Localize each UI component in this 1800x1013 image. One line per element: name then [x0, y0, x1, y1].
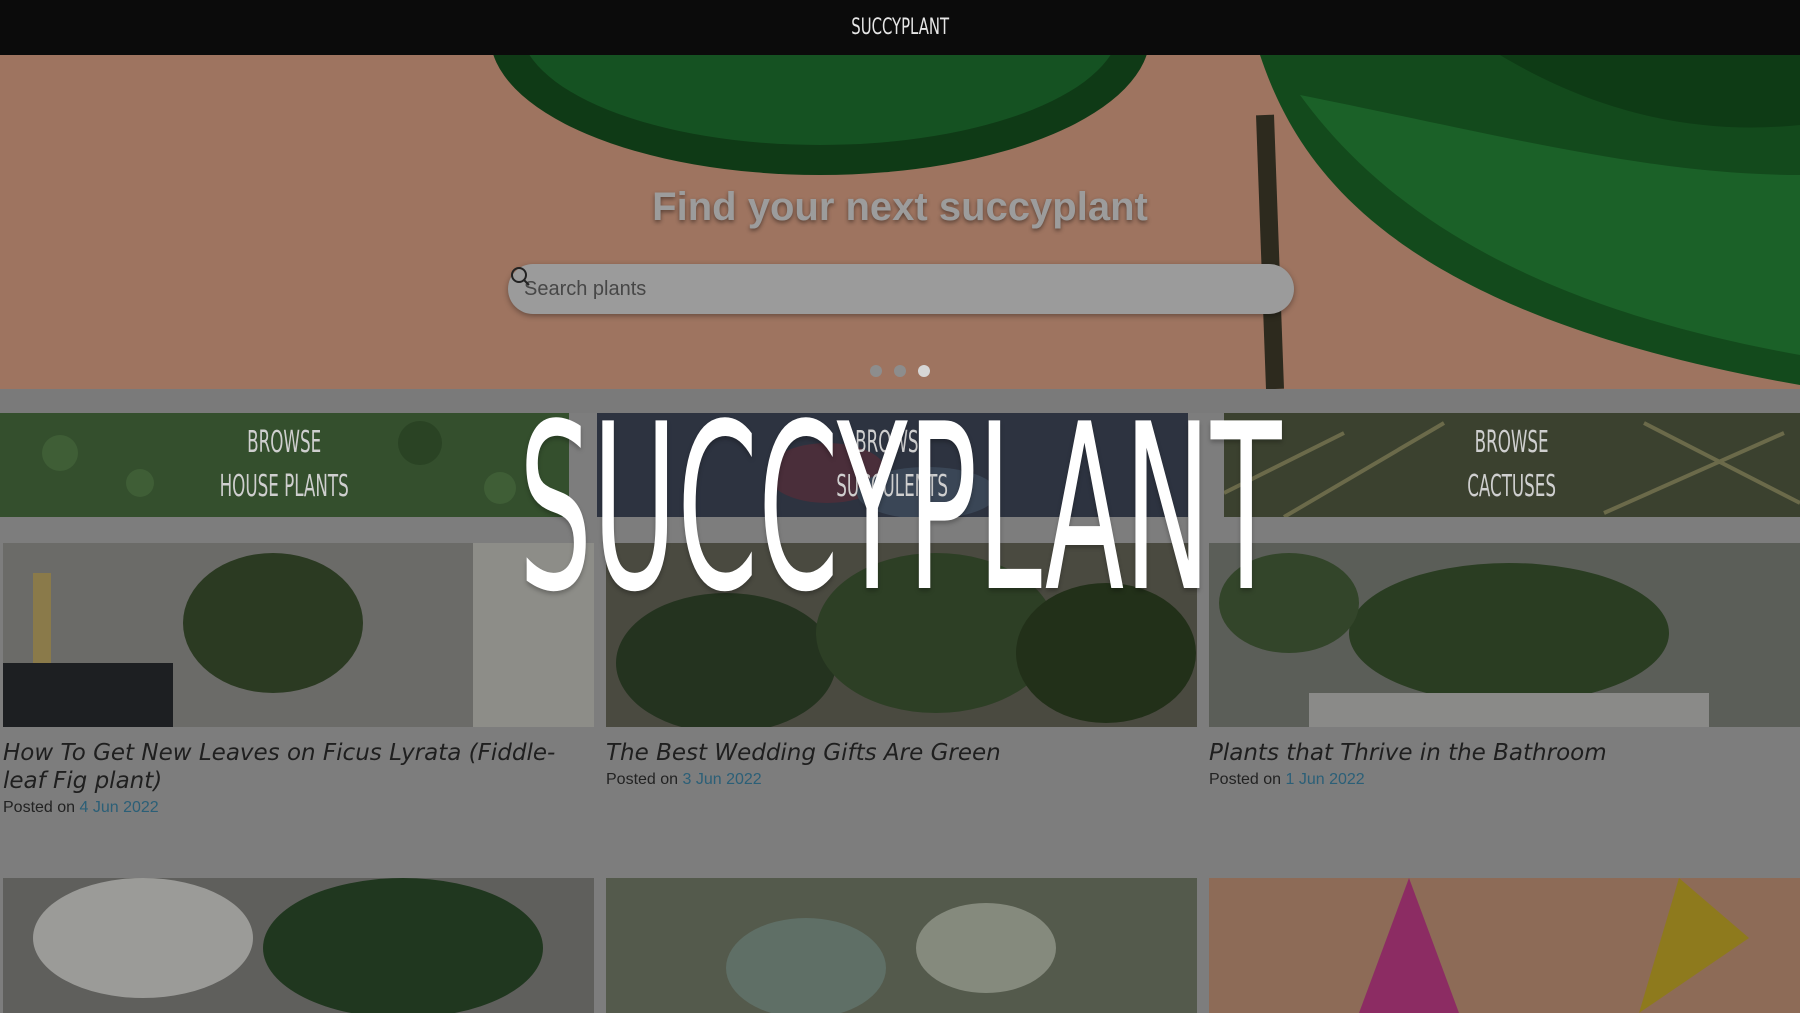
hero-title: Find your next succyplant [652, 185, 1148, 229]
post-date-link[interactable]: 3 Jun 2022 [683, 771, 762, 788]
post-image[interactable] [1209, 543, 1800, 727]
post-meta: Posted on 3 Jun 2022 [606, 771, 762, 788]
post-date-link[interactable]: 1 Jun 2022 [1286, 771, 1365, 788]
browse-house-plants-tile[interactable]: BROWSE HOUSE PLANTS [0, 413, 569, 517]
post-card[interactable]: Plants that Thrive in the Bathroom Poste… [1209, 543, 1800, 789]
carousel-dot-2[interactable] [894, 365, 906, 377]
post-title[interactable]: Plants that Thrive in the Bathroom [1209, 739, 1800, 767]
brand-logo[interactable]: SUCCYPLANT [851, 15, 949, 40]
post-image[interactable] [1209, 878, 1800, 1013]
browse-cactuses-tile[interactable]: BROWSE CACTUSES [1224, 413, 1800, 517]
section-divider [0, 389, 1800, 413]
browse-house-plants-label: BROWSE HOUSE PLANTS [219, 425, 350, 504]
post-meta: Posted on 1 Jun 2022 [1209, 771, 1365, 788]
search-input[interactable] [522, 276, 1294, 302]
browse-succulents-label: BROWSE SUCCULENTS [836, 425, 949, 504]
post-title[interactable]: How To Get New Leaves on Ficus Lyrata (F… [3, 739, 594, 795]
post-card[interactable]: How To Get New Leaves on Ficus Lyrata (F… [3, 543, 594, 817]
post-image[interactable] [606, 878, 1197, 1013]
post-card[interactable]: The Best Wedding Gifts Are Green Posted … [606, 543, 1197, 789]
hero-carousel: Find your next succyplant [0, 55, 1800, 389]
post-image[interactable] [3, 543, 594, 727]
top-navbar: SUCCYPLANT [0, 0, 1800, 55]
carousel-dot-1[interactable] [870, 365, 882, 377]
post-image[interactable] [606, 543, 1197, 727]
carousel-dot-3[interactable] [918, 365, 930, 377]
carousel-indicators [0, 365, 1800, 377]
post-image[interactable] [3, 878, 594, 1013]
browse-succulents-tile[interactable]: BROWSE SUCCULENTS [597, 413, 1188, 517]
post-title[interactable]: The Best Wedding Gifts Are Green [606, 739, 1197, 767]
search-bar[interactable] [508, 264, 1294, 314]
search-icon[interactable] [508, 264, 534, 290]
post-meta: Posted on 4 Jun 2022 [3, 799, 159, 816]
post-date-link[interactable]: 4 Jun 2022 [80, 799, 159, 816]
browse-cactuses-label: BROWSE CACTUSES [1467, 425, 1557, 504]
